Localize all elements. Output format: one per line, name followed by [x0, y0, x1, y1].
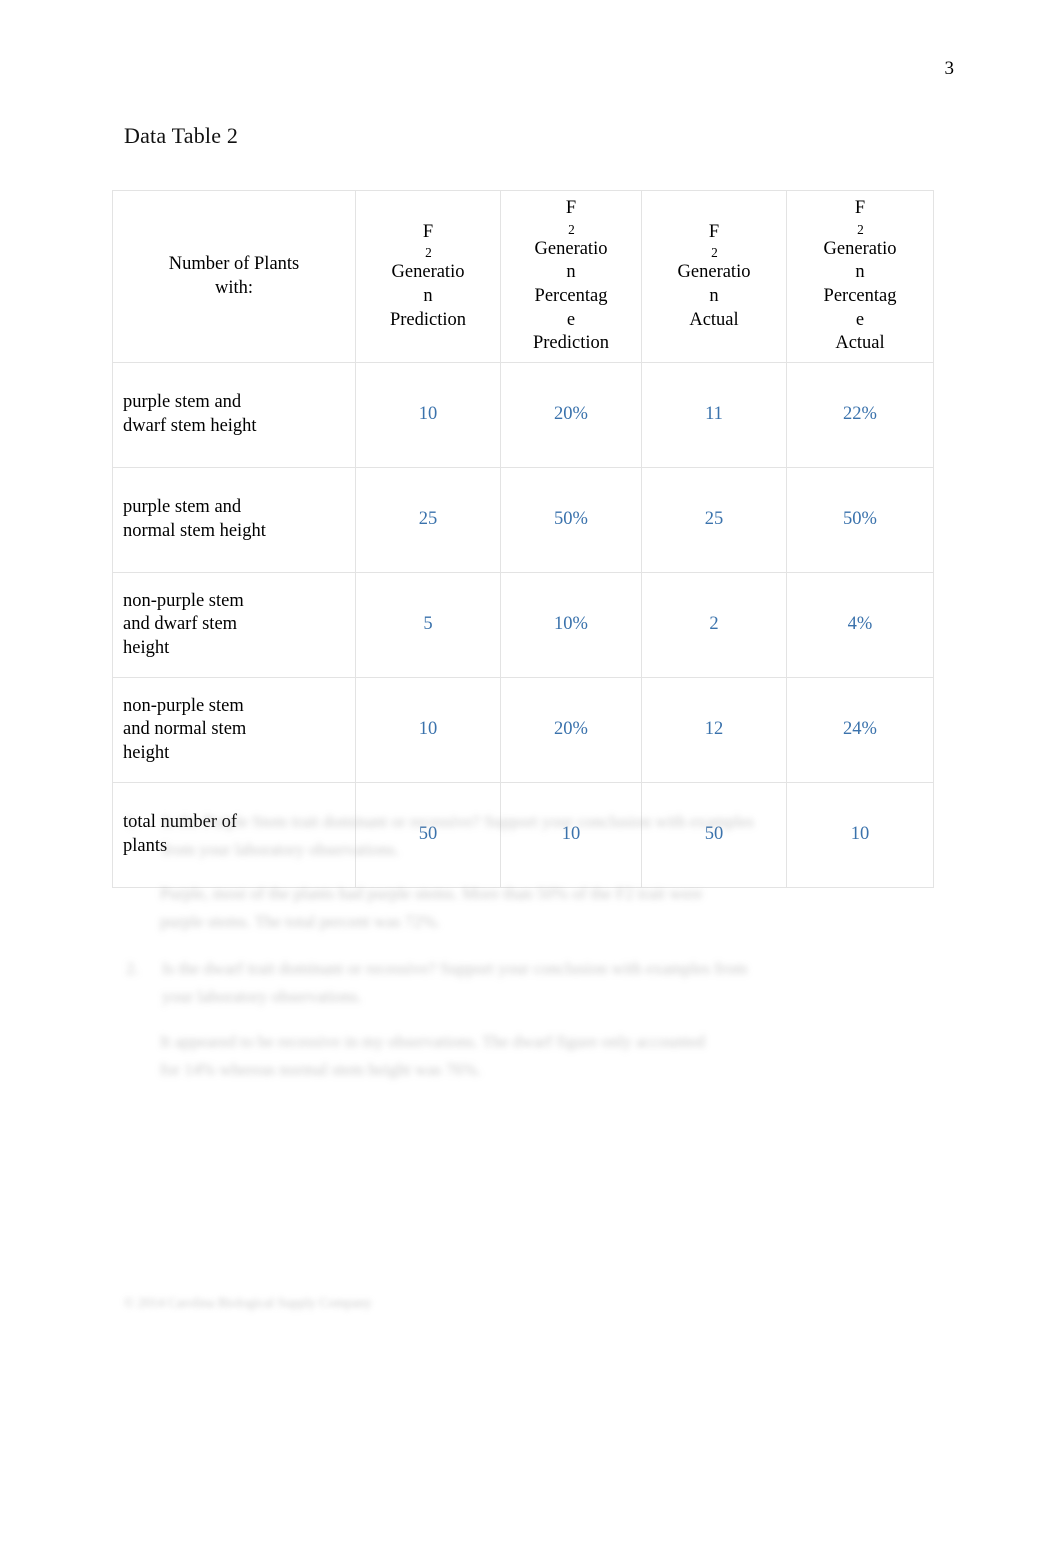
footer-copyright: © 2014 Carolina Biological Supply Compan… — [124, 1295, 372, 1310]
cell-prediction-percent: 10% — [500, 572, 642, 679]
redacted-answer-2: It appeared to be recessive in my observ… — [160, 1028, 720, 1083]
row-label-line: and normal stem — [123, 719, 247, 740]
column-header-prediction: F2 Generatio n Prediction — [355, 189, 501, 364]
redacted-text: Is the dwarf trait dominant or recessive… — [162, 959, 748, 1006]
header-line: Generatio — [823, 238, 897, 259]
row-label-line: purple stem and — [123, 392, 242, 413]
redacted-text: It appeared to be recessive in my observ… — [160, 1032, 705, 1079]
header-line: Generatio — [677, 262, 751, 283]
header-line: with: — [214, 277, 254, 298]
row-label: non-purple stem and dwarf stem height — [112, 572, 356, 679]
header-line: Percentag — [823, 286, 897, 307]
row-label: purple stem and dwarf stem height — [112, 362, 356, 469]
cell-actual-percent: 22% — [786, 362, 934, 469]
cell-actual-percent: 10 — [786, 782, 934, 889]
header-line: n — [709, 286, 719, 307]
row-label-line: purple stem and — [123, 497, 242, 518]
table-header-row: Number of Plants with: F2 Generatio n Pr… — [112, 189, 934, 364]
header-line: n — [566, 262, 576, 283]
cell-actual: 25 — [641, 467, 787, 574]
row-label-line: height — [123, 637, 170, 658]
row-label-line: height — [123, 742, 170, 763]
header-line: Number of Plants — [168, 253, 300, 274]
redacted-text: Purple, most of the plants had purple st… — [160, 884, 703, 931]
header-line: Actual — [689, 309, 739, 330]
table-row: non-purple stem and normal stem height 1… — [112, 677, 934, 784]
column-header-actual-percent: F2 Generatio n Percentag e Actual — [786, 189, 934, 364]
redacted-question-2: 2. Is the dwarf trait dominant or recess… — [126, 955, 776, 1010]
cell-prediction: 25 — [355, 467, 501, 574]
header-line: Percentag — [534, 286, 608, 307]
cell-actual-percent: 50% — [786, 467, 934, 574]
header-line: F2 — [422, 221, 434, 261]
header-line: F2 — [854, 198, 866, 237]
column-header-label: Number of Plants with: — [112, 189, 356, 364]
cell-prediction-percent: 50% — [500, 467, 642, 574]
cell-actual-percent: 4% — [786, 572, 934, 679]
table-row: purple stem and normal stem height 25 50… — [112, 467, 934, 574]
header-line: n — [855, 262, 865, 283]
cell-prediction-percent: 20% — [500, 677, 642, 784]
table-row: non-purple stem and dwarf stem height 5 … — [112, 572, 934, 679]
header-line: Generatio — [391, 262, 465, 283]
row-label-line: non-purple stem — [123, 695, 244, 716]
cell-prediction: 5 — [355, 572, 501, 679]
redacted-text: Is the Purple Stem trait dominant or rec… — [162, 812, 755, 859]
header-line: e — [566, 309, 576, 330]
header-line: Generatio — [534, 238, 608, 259]
data-table-2: Number of Plants with: F2 Generatio n Pr… — [112, 189, 934, 889]
list-number: 1. — [126, 812, 139, 831]
column-header-actual: F2 Generatio n Actual — [641, 189, 787, 364]
document-page: 3 Data Table 2 Number of Plants with: F … — [0, 0, 1062, 1561]
table-row: purple stem and dwarf stem height 10 20%… — [112, 362, 934, 469]
header-line: F2 — [565, 198, 577, 237]
row-label-line: normal stem height — [123, 521, 266, 542]
row-label-line: dwarf stem height — [123, 416, 257, 437]
cell-actual-percent: 24% — [786, 677, 934, 784]
cell-actual: 11 — [641, 362, 787, 469]
row-label: purple stem and normal stem height — [112, 467, 356, 574]
row-label: non-purple stem and normal stem height — [112, 677, 356, 784]
row-label-line: non-purple stem — [123, 590, 244, 611]
header-line: Actual — [835, 333, 885, 354]
row-label-line: and dwarf stem — [123, 614, 238, 635]
redacted-answer-1: Purple, most of the plants had purple st… — [160, 880, 705, 935]
header-line: Prediction — [389, 309, 467, 330]
cell-prediction: 10 — [355, 362, 501, 469]
header-line: F2 — [708, 221, 720, 261]
cell-actual: 2 — [641, 572, 787, 679]
page-number: 3 — [944, 58, 955, 79]
data-table-container: Number of Plants with: F2 Generatio n Pr… — [112, 189, 934, 889]
header-line: Prediction — [532, 333, 610, 354]
cell-prediction: 10 — [355, 677, 501, 784]
redacted-question-1: 1. Is the Purple Stem trait dominant or … — [126, 808, 776, 863]
column-header-prediction-percent: F2 Generatio n Percentag e Prediction — [500, 189, 642, 364]
header-line: e — [855, 309, 865, 330]
list-number: 2. — [126, 959, 139, 978]
page-title: Data Table 2 — [124, 123, 239, 148]
cell-actual: 12 — [641, 677, 787, 784]
header-line: n — [423, 286, 433, 307]
cell-prediction-percent: 20% — [500, 362, 642, 469]
